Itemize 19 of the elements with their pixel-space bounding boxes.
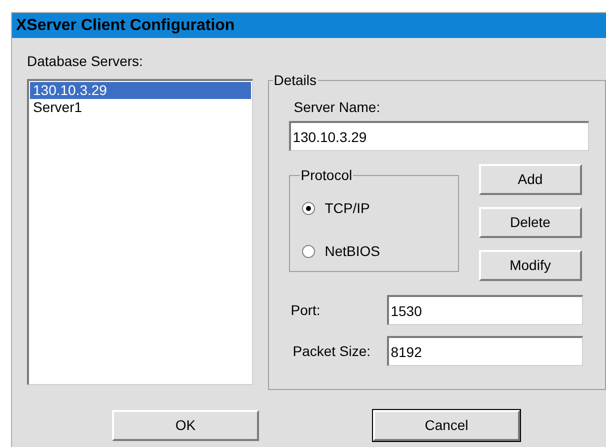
server-list-item[interactable]: Server1 (30, 99, 251, 116)
port-field[interactable]: 1530 (386, 295, 583, 325)
dialog-button[interactable]: Cancel (373, 410, 520, 441)
dialog-button[interactable]: OK (112, 410, 259, 441)
packet-size-label: Packet Size: (292, 342, 372, 360)
protocol-radio[interactable]: NetBIOS (302, 241, 458, 262)
packet-size-field[interactable]: 8192 (386, 336, 583, 366)
server-name-field[interactable]: 130.10.3.29 (288, 121, 589, 151)
action-button[interactable]: Add (478, 164, 582, 195)
port-label: Port: (290, 300, 322, 320)
action-button[interactable]: Delete (478, 207, 582, 238)
details-title: Details (272, 71, 318, 90)
server-list-item[interactable]: 130.10.3.29 (30, 82, 251, 99)
protocol-title: Protocol (300, 166, 354, 185)
server-name-label: Server Name: (294, 98, 382, 117)
servers-label: Database Servers: (27, 52, 144, 70)
window-title: XServer Client Configuration (16, 16, 235, 36)
action-button[interactable]: Modify (478, 250, 582, 281)
protocol-radio[interactable]: TCP/IP (302, 198, 458, 219)
